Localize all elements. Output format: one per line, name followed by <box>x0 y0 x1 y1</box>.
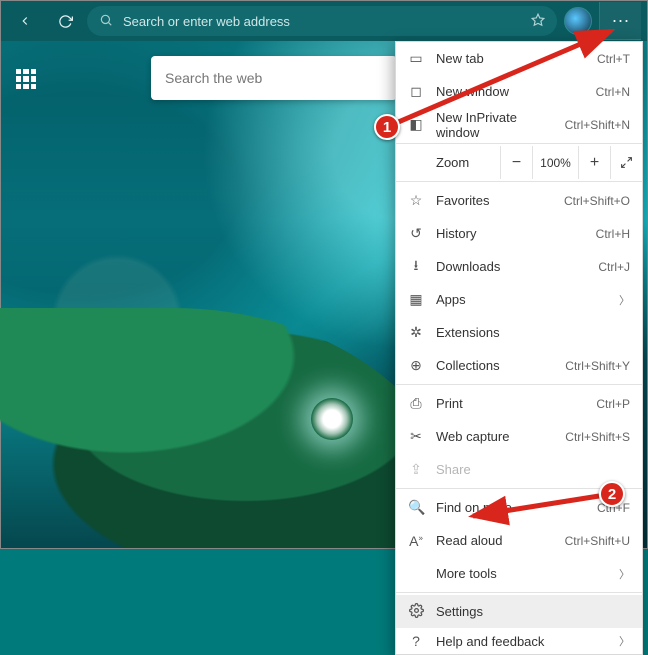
find-icon: 🔍 <box>408 499 424 516</box>
menu-item-downloads[interactable]: ⭳ Downloads Ctrl+J <box>396 250 642 283</box>
read-aloud-icon: A» <box>408 533 424 549</box>
menu-item-new-inprivate[interactable]: ◧ New InPrivate window Ctrl+Shift+N <box>396 108 642 141</box>
help-icon: ? <box>408 633 424 649</box>
menu-item-collections[interactable]: ⊕ Collections Ctrl+Shift+Y <box>396 349 642 382</box>
favorite-star-icon[interactable] <box>531 13 545 30</box>
collections-icon: ⊕ <box>408 357 424 374</box>
menu-item-extensions[interactable]: ✲ Extensions <box>396 316 642 349</box>
history-icon: ↺ <box>408 225 424 242</box>
page-search-input[interactable]: Search the web <box>151 56 397 100</box>
browser-toolbar: Search or enter web address ··· <box>1 1 647 41</box>
address-placeholder: Search or enter web address <box>123 14 290 29</box>
refresh-button[interactable] <box>47 5 83 37</box>
menu-item-read-aloud[interactable]: A» Read aloud Ctrl+Shift+U <box>396 524 642 557</box>
zoom-value: 100% <box>532 146 578 179</box>
avatar <box>564 7 592 35</box>
menu-item-more-tools[interactable]: More tools 〉 <box>396 557 642 590</box>
chevron-right-icon: 〉 <box>619 566 630 582</box>
chevron-right-icon: 〉 <box>619 292 630 308</box>
menu-item-new-window[interactable]: ◻ New window Ctrl+N <box>396 75 642 108</box>
window-icon: ◻ <box>408 83 424 100</box>
back-button[interactable] <box>7 5 43 37</box>
menu-item-help[interactable]: ? Help and feedback 〉 <box>396 628 642 654</box>
menu-item-apps[interactable]: ▦ Apps 〉 <box>396 283 642 316</box>
share-icon: ⇪ <box>408 461 424 478</box>
menu-item-zoom: Zoom − 100% + <box>396 146 642 179</box>
app-launcher-icon[interactable] <box>16 69 36 89</box>
extensions-icon: ✲ <box>408 324 424 341</box>
profile-button[interactable] <box>561 5 595 37</box>
ellipsis-icon: ··· <box>612 10 630 31</box>
more-options-button[interactable]: ··· <box>599 2 641 40</box>
zoom-label: Zoom <box>436 155 469 170</box>
capture-icon: ✂ <box>408 428 424 445</box>
address-bar[interactable]: Search or enter web address <box>87 6 557 36</box>
menu-item-print[interactable]: ⎙ Print Ctrl+P <box>396 387 642 420</box>
menu-item-favorites[interactable]: ☆ Favorites Ctrl+Shift+O <box>396 184 642 217</box>
menu-item-settings[interactable]: Settings <box>396 595 642 628</box>
chevron-right-icon: 〉 <box>619 633 630 649</box>
window-icon: ▭ <box>408 50 424 67</box>
search-icon <box>99 13 113 30</box>
menu-item-history[interactable]: ↺ History Ctrl+H <box>396 217 642 250</box>
zoom-in-button[interactable]: + <box>578 146 610 179</box>
menu-item-web-capture[interactable]: ✂ Web capture Ctrl+Shift+S <box>396 420 642 453</box>
fullscreen-button[interactable] <box>610 146 642 179</box>
download-icon: ⭳ <box>408 255 424 279</box>
gear-icon <box>408 603 424 621</box>
browser-menu: ▭ New tab Ctrl+T ◻ New window Ctrl+N ◧ N… <box>395 41 643 655</box>
menu-label: New tab <box>436 51 585 66</box>
page-search-placeholder: Search the web <box>165 70 262 86</box>
callout-badge-1: 1 <box>374 114 400 140</box>
menu-item-share: ⇪ Share <box>396 453 642 486</box>
inprivate-icon: ◧ <box>408 116 424 133</box>
star-icon: ☆ <box>408 192 424 209</box>
print-icon: ⎙ <box>408 395 424 412</box>
menu-shortcut: Ctrl+T <box>597 52 630 66</box>
callout-badge-2: 2 <box>599 481 625 507</box>
zoom-out-button[interactable]: − <box>500 146 532 179</box>
apps-icon: ▦ <box>408 291 424 308</box>
menu-item-new-tab[interactable]: ▭ New tab Ctrl+T <box>396 42 642 75</box>
